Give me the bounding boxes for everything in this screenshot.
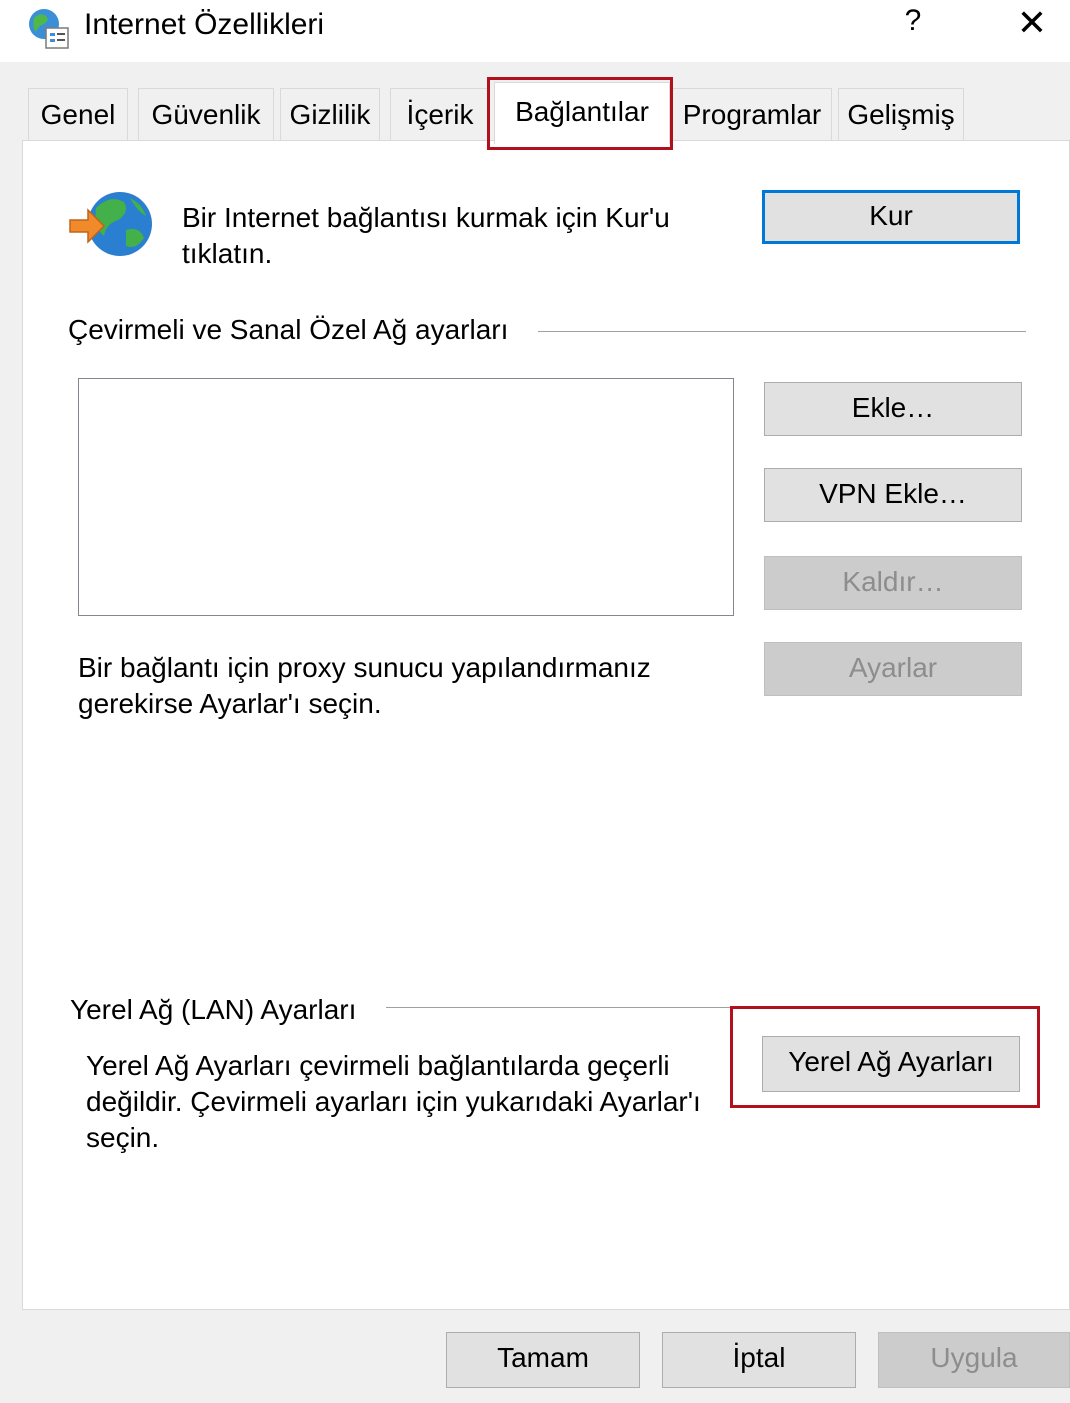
add-vpn-button[interactable]: VPN Ekle… [764,468,1022,522]
tab-gizlilik[interactable]: Gizlilik [280,88,380,140]
lan-group-label: Yerel Ağ (LAN) Ayarları [70,994,357,1025]
add-button[interactable]: Ekle… [764,382,1022,436]
remove-button[interactable]: Kaldır… [764,556,1022,610]
cancel-button[interactable]: İptal [662,1332,856,1388]
lan-text-line2: değildir. Çevirmeli ayarları için yukarı… [86,1086,701,1117]
tab-genel[interactable]: Genel [28,88,128,140]
lan-text-line3: seçin. [86,1122,160,1153]
close-button[interactable]: ✕ [1008,2,1056,48]
settings-button[interactable]: Ayarlar [764,642,1022,696]
setup-text-line1: Bir Internet bağlantısı kurmak için Kur'… [182,202,670,233]
setup-text-line2: tıklatın. [182,238,273,269]
dialup-group-label: Çevirmeli ve Sanal Özel Ağ ayarları [68,314,509,345]
help-button[interactable]: ? [893,4,933,48]
dialup-group-divider [538,331,1026,332]
lan-group-divider [386,1007,1026,1008]
lan-settings-button[interactable]: Yerel Ağ Ayarları [762,1036,1020,1092]
lan-text-line1: Yerel Ağ Ayarları çevirmeli bağlantılard… [86,1050,670,1081]
window-title: Internet Özellikleri [84,8,325,41]
tab-icerik[interactable]: İçerik [390,88,490,140]
internet-options-icon [26,6,70,50]
tab-baglantilar[interactable]: Bağlantılar [494,82,670,144]
tab-gelismis[interactable]: Gelişmiş [838,88,964,140]
tab-programlar[interactable]: Programlar [672,88,832,140]
proxy-text-line2: gerekirse Ayarlar'ı seçin. [78,688,382,719]
ok-button[interactable]: Tamam [446,1332,640,1388]
proxy-text-line1: Bir bağlantı için proxy sunucu yapılandı… [78,652,651,683]
globe-connect-icon [66,186,158,262]
connections-listbox[interactable] [78,378,734,616]
setup-button[interactable]: Kur [762,190,1020,244]
apply-button[interactable]: Uygula [878,1332,1070,1388]
tab-guvenlik[interactable]: Güvenlik [138,88,274,140]
